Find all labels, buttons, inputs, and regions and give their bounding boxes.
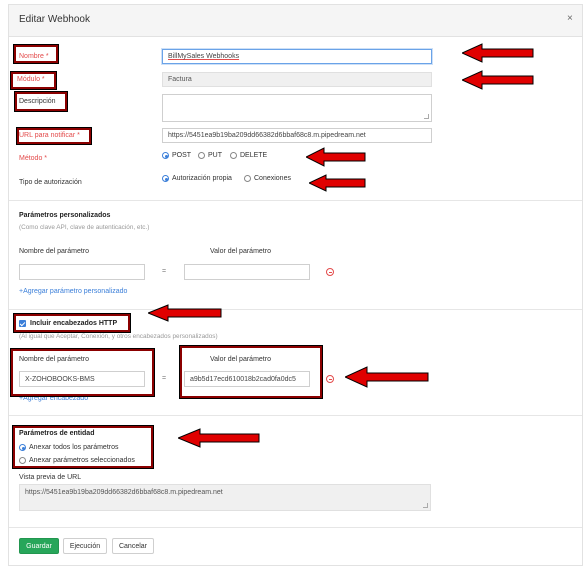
- cancel-button[interactable]: Cancelar: [112, 538, 154, 554]
- custom-param-value-input[interactable]: [184, 264, 310, 280]
- radio-selected-icon: [162, 152, 169, 159]
- red-arrow-icon: [148, 304, 222, 322]
- url-preview-field: https://5451ea9b19ba209dd66382d6bbaf68c8…: [19, 484, 431, 511]
- resize-handle-icon[interactable]: [424, 114, 429, 119]
- resize-handle-icon[interactable]: [423, 503, 428, 508]
- auth-label: Tipo de autorización: [19, 179, 82, 186]
- name-input[interactable]: BillMySales Webhooks: [162, 49, 432, 64]
- divider: [9, 200, 582, 201]
- radio-icon: [230, 152, 237, 159]
- name-input-value: BillMySales Webhooks: [168, 53, 240, 60]
- custom-param-name-header: Nombre del parámetro: [19, 248, 90, 255]
- red-arrow-icon: [306, 147, 366, 167]
- annotation-box-header-value: [179, 345, 323, 399]
- save-button[interactable]: Guardar: [19, 538, 59, 554]
- auth-radio-connections[interactable]: Conexiones: [244, 175, 291, 182]
- method-radio-delete[interactable]: DELETE: [230, 152, 267, 159]
- divider: [9, 415, 582, 416]
- remove-header-icon[interactable]: [326, 375, 334, 383]
- annotation-box-header-name: [10, 348, 155, 397]
- url-input[interactable]: https://5451ea9b19ba209dd66382d6bbaf68c8…: [162, 128, 432, 143]
- annotation-box-description: [14, 91, 68, 112]
- annotation-box-name: [13, 44, 59, 64]
- dialog-header: [9, 5, 582, 37]
- annotation-box-entity-params: [12, 425, 154, 469]
- divider: [9, 527, 582, 528]
- headers-hint: (Al igual que Aceptar, Conexión, y otros…: [19, 333, 218, 340]
- custom-params-hint: (Como clave API, clave de autenticación,…: [19, 224, 150, 231]
- annotation-box-include-headers: [13, 313, 131, 333]
- url-preview-label: Vista previa de URL: [19, 474, 82, 481]
- equals-sign: =: [162, 268, 167, 275]
- red-arrow-icon: [462, 70, 534, 90]
- module-value: Factura: [168, 76, 192, 83]
- add-custom-param-link[interactable]: +Agregar parámetro personalizado: [19, 288, 127, 295]
- radio-selected-icon: [162, 175, 169, 182]
- radio-icon: [244, 175, 251, 182]
- description-textarea[interactable]: [162, 94, 432, 122]
- dialog-title: Editar Webhook: [19, 14, 90, 25]
- custom-param-name-input[interactable]: [19, 264, 145, 280]
- annotation-box-module: [10, 71, 57, 90]
- red-arrow-icon: [345, 366, 429, 388]
- equals-sign: =: [162, 375, 167, 382]
- custom-param-value-header: Valor del parámetro: [210, 248, 271, 255]
- custom-params-title: Parámetros personalizados: [19, 212, 111, 219]
- method-radio-post[interactable]: POST: [162, 152, 191, 159]
- radio-icon: [198, 152, 205, 159]
- method-radio-put[interactable]: PUT: [198, 152, 222, 159]
- run-button[interactable]: Ejecución: [63, 538, 107, 554]
- add-header-link[interactable]: +Agregar encabezado: [19, 395, 88, 402]
- red-arrow-icon: [462, 43, 534, 63]
- divider: [9, 309, 582, 310]
- url-input-value: https://5451ea9b19ba209dd66382d6bbaf68c8…: [168, 132, 366, 139]
- red-arrow-icon: [309, 174, 366, 192]
- method-label: Método *: [19, 155, 48, 162]
- module-field: Factura: [162, 72, 432, 87]
- close-icon[interactable]: ×: [567, 13, 573, 24]
- red-arrow-icon: [178, 428, 260, 448]
- auth-radio-own[interactable]: Autorización propia: [162, 175, 232, 182]
- remove-param-icon[interactable]: [326, 268, 334, 276]
- annotation-box-url: [16, 127, 92, 145]
